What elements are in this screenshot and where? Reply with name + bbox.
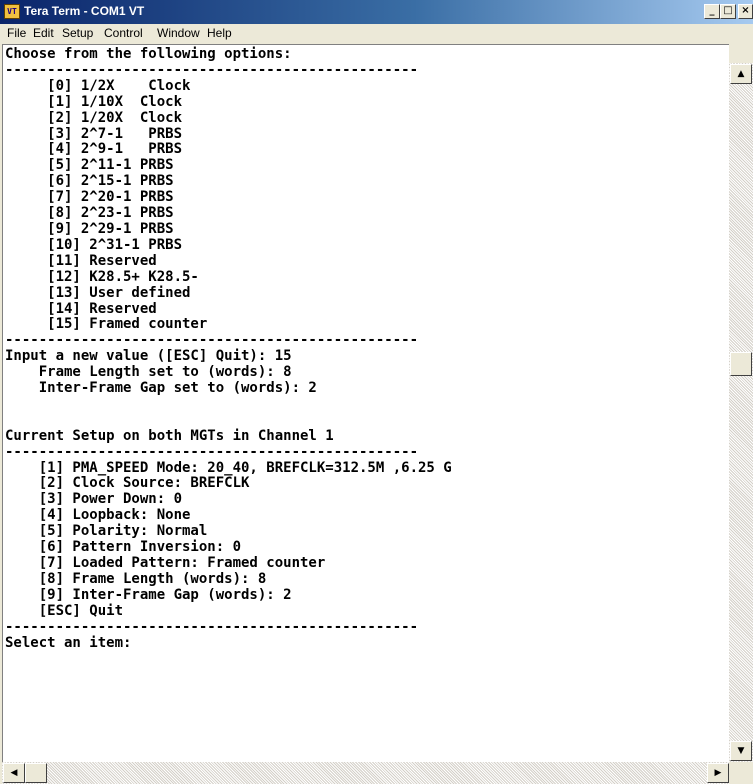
- menu-control[interactable]: Control: [104, 26, 143, 40]
- horizontal-scroll-thumb[interactable]: [25, 763, 47, 783]
- terminal-line: [14] Reserved: [5, 300, 157, 317]
- terminal-line: [6] 2^15-1 PRBS: [5, 173, 174, 190]
- tera-term-window: VT Tera Term - COM1 VT _ □ × File Edit S…: [0, 0, 753, 784]
- terminal-output: Choose from the following options: -----…: [5, 46, 452, 651]
- terminal-line: [8] Frame Length (words): 8: [5, 570, 267, 587]
- terminal-line: [11] Reserved: [5, 252, 157, 269]
- terminal-line: [ESC] Quit: [5, 602, 124, 619]
- terminal-line: [6] Pattern Inversion: 0: [5, 539, 242, 556]
- terminal-line: [7] 2^20-1 PRBS: [5, 189, 174, 206]
- scroll-up-button[interactable]: ▲: [730, 64, 752, 84]
- terminal-line: [1] PMA_SPEED Mode: 20_40, BREFCLK=312.5…: [5, 459, 452, 476]
- terminal-line: [0] 1/2X Clock: [5, 77, 191, 94]
- terminal-line: [9] Inter-Frame Gap (words): 2: [5, 586, 292, 603]
- terminal-line: [2] 1/20X Clock: [5, 109, 183, 126]
- terminal-line: [1] 1/10X Clock: [5, 93, 183, 110]
- scroll-left-button[interactable]: ◀: [3, 763, 25, 783]
- terminal-line: ----------------------------------------…: [5, 61, 419, 78]
- menu-window[interactable]: Window: [157, 26, 200, 40]
- terminal-line: [12] K28.5+ K28.5-: [5, 268, 199, 285]
- terminal-line: [10] 2^31-1 PRBS: [5, 236, 183, 253]
- scroll-right-button[interactable]: ▶: [707, 763, 729, 783]
- terminal-area[interactable]: Choose from the following options: -----…: [2, 44, 729, 762]
- terminal-line: Current Setup on both MGTs in Channel 1: [5, 427, 334, 444]
- tera-term-app-icon[interactable]: VT: [4, 4, 20, 19]
- terminal-line: Input a new value ([ESC] Quit): 15: [5, 348, 292, 365]
- scroll-down-button[interactable]: ▼: [730, 741, 752, 761]
- terminal-line: ----------------------------------------…: [5, 618, 419, 635]
- title-bar[interactable]: VT Tera Term - COM1 VT _ □ ×: [0, 0, 753, 24]
- close-button[interactable]: ×: [738, 4, 753, 19]
- terminal-line: Frame Length set to (words): 8: [5, 364, 292, 381]
- terminal-line: ----------------------------------------…: [5, 332, 419, 349]
- horizontal-scrollbar[interactable]: [2, 762, 729, 784]
- menu-setup[interactable]: Setup: [62, 26, 93, 40]
- menu-edit[interactable]: Edit: [33, 26, 54, 40]
- terminal-line: [4] Loopback: None: [5, 507, 191, 524]
- terminal-line: [15] Framed counter: [5, 316, 208, 333]
- scrollbar-corner: [729, 762, 753, 784]
- terminal-line: [5] 2^11-1 PRBS: [5, 157, 174, 174]
- minimize-button[interactable]: _: [704, 4, 720, 19]
- terminal-line: ----------------------------------------…: [5, 443, 419, 460]
- terminal-line: [8] 2^23-1 PRBS: [5, 205, 174, 222]
- terminal-line: Inter-Frame Gap set to (words): 2: [5, 380, 317, 397]
- menu-help[interactable]: Help: [207, 26, 232, 40]
- terminal-line: [2] Clock Source: BREFCLK: [5, 475, 250, 492]
- terminal-line: Choose from the following options:: [5, 46, 292, 62]
- menu-file[interactable]: File: [7, 26, 26, 40]
- terminal-line: [5] Polarity: Normal: [5, 523, 208, 540]
- window-title: Tera Term - COM1 VT: [24, 4, 145, 18]
- terminal-line: [13] User defined: [5, 284, 191, 301]
- terminal-line: [4] 2^9-1 PRBS: [5, 141, 183, 158]
- terminal-line: [9] 2^29-1 PRBS: [5, 220, 174, 237]
- vertical-scrollbar[interactable]: [729, 63, 753, 762]
- terminal-line: [3] 2^7-1 PRBS: [5, 125, 183, 142]
- terminal-line: [3] Power Down: 0: [5, 491, 183, 508]
- maximize-button[interactable]: □: [720, 4, 736, 19]
- menu-bar: File Edit Setup Control Window Help: [0, 24, 753, 42]
- vertical-scroll-thumb[interactable]: [730, 352, 752, 376]
- terminal-line: Select an item:: [5, 634, 132, 651]
- terminal-line: [7] Loaded Pattern: Framed counter: [5, 555, 326, 571]
